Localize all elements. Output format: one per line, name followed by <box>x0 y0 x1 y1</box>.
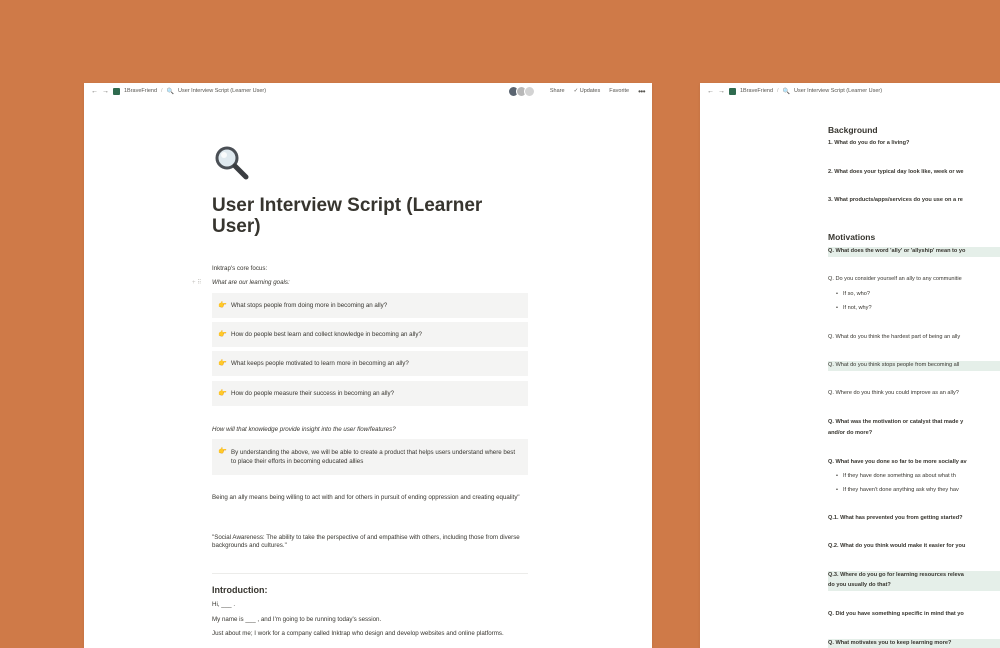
callout-goal[interactable]: 👉 What stops people from doing more in b… <box>212 293 528 318</box>
question: Q. What have you done so far to be more … <box>828 459 967 465</box>
share-button[interactable]: Share <box>550 88 565 94</box>
hand-pointing-icon: 👉 <box>218 360 227 367</box>
intro-heading: Introduction: <box>212 585 268 595</box>
callout-text: What stops people from doing more in bec… <box>231 302 388 309</box>
breadcrumb-separator: / <box>161 88 163 94</box>
question-continued: and/or do more? <box>828 430 873 436</box>
document-window-right: ← → 1BraveFriend / 🔍 User Interview Scri… <box>700 83 1000 648</box>
question: 3. What products/apps/services do you us… <box>828 197 963 203</box>
question: Q.1. What has prevented you from getting… <box>828 515 963 521</box>
question-highlighted: Q. What motivates you to keep learning m… <box>828 639 1000 648</box>
hand-pointing-icon: 👉 <box>218 331 227 338</box>
question-highlighted: Q. What does the word 'ally' or 'allyshi… <box>828 247 1000 257</box>
hand-pointing-icon: 👉 <box>218 448 227 455</box>
intro-name: My name is ___ , and I'm going to be run… <box>212 616 382 623</box>
block-handle-icon[interactable]: + ⠿ <box>192 279 202 286</box>
question: Q. What was the motivation or catalyst t… <box>828 419 964 425</box>
intro-about: Just about me; I work for a company call… <box>212 630 504 637</box>
breadcrumb-workspace[interactable]: 1BraveFriend <box>740 88 773 94</box>
motivations-heading: Motivations <box>828 232 876 242</box>
topbar: ← → 1BraveFriend / 🔍 User Interview Scri… <box>700 83 1000 99</box>
breadcrumb-page[interactable]: User Interview Script (Learner User) <box>178 88 266 94</box>
updates-label: Updates <box>579 88 601 94</box>
question: Q. Do you consider yourself an ally to a… <box>828 276 962 282</box>
magnifier-icon: 🔍 <box>782 88 791 95</box>
question: Q.2. What do you think would make it eas… <box>828 543 966 549</box>
magnifier-icon: 🔍 <box>166 88 175 95</box>
divider <box>212 573 528 574</box>
callout-text: By understanding the above, we will be a… <box>231 449 516 465</box>
back-arrow-icon[interactable]: ← <box>91 88 98 95</box>
callout-goal[interactable]: 👉 What keeps people motivated to learn m… <box>212 351 528 376</box>
topbar: ← → 1BraveFriend / 🔍 User Interview Scri… <box>84 83 652 99</box>
learning-goals-label: What are our learning goals: <box>212 279 290 286</box>
social-awareness: "Social Awareness: The ability to take t… <box>212 534 520 549</box>
question-highlighted: Q.3. Where do you go for learning resour… <box>828 571 1000 581</box>
forward-arrow-icon[interactable]: → <box>102 88 109 95</box>
core-focus-label: Inktrap's core focus: <box>212 265 268 272</box>
forward-arrow-icon[interactable]: → <box>718 88 725 95</box>
bullet-item: If they have done something as about wha… <box>836 473 956 479</box>
document-window-left: ← → 1BraveFriend / 🔍 User Interview Scri… <box>84 83 652 648</box>
intro-hi: Hi, ___ . <box>212 601 236 608</box>
callout-knowledge[interactable]: 👉 By understanding the above, we will be… <box>212 439 528 475</box>
question: Q. Did you have something specific in mi… <box>828 611 964 617</box>
magnifier-icon <box>215 146 249 180</box>
question: Q. What do you think the hardest part of… <box>828 334 961 340</box>
bullet-item: If they haven't done anything ask why th… <box>836 487 959 493</box>
callout-goal[interactable]: 👉 How do people measure their success in… <box>212 381 528 406</box>
background-heading: Background <box>828 125 878 135</box>
callout-text: What keeps people motivated to learn mor… <box>231 360 409 367</box>
avatar[interactable] <box>523 85 535 97</box>
back-arrow-icon[interactable]: ← <box>707 88 714 95</box>
favorite-button[interactable]: Favorite <box>609 88 629 94</box>
avatar-group[interactable] <box>507 85 535 97</box>
question: 2. What does your typical day look like,… <box>828 169 964 175</box>
question: 1. What do you do for a living? <box>828 140 910 146</box>
callout-text: How do people best learn and collect kno… <box>231 331 422 338</box>
page-title: User Interview Script (Learner User) <box>212 195 483 237</box>
ally-definition: Being an ally means being willing to act… <box>212 494 520 501</box>
breadcrumb-page[interactable]: User Interview Script (Learner User) <box>794 88 882 94</box>
breadcrumb-separator: / <box>777 88 779 94</box>
updates-button[interactable]: ✓ Updates <box>574 88 601 94</box>
callout-goal[interactable]: 👉 How do people best learn and collect k… <box>212 322 528 347</box>
workspace-icon <box>729 87 736 95</box>
more-icon[interactable]: ••• <box>638 87 645 96</box>
question: Q. Where do you think you could improve … <box>828 390 959 396</box>
callout-text: How do people measure their success in b… <box>231 390 395 397</box>
hand-pointing-icon: 👉 <box>218 302 227 309</box>
check-icon: ✓ <box>573 88 579 94</box>
workspace-icon <box>113 87 120 95</box>
hand-pointing-icon: 👉 <box>218 390 227 397</box>
bullet-item: If not, why? <box>836 305 872 311</box>
question-highlighted: Q. What do you think stops people from b… <box>828 361 1000 371</box>
breadcrumb-workspace[interactable]: 1BraveFriend <box>124 88 157 94</box>
question-highlighted-continued: do you usually do that? <box>828 581 1000 591</box>
bullet-item: If so, who? <box>836 291 870 297</box>
knowledge-question: How will that knowledge provide insight … <box>212 426 396 433</box>
